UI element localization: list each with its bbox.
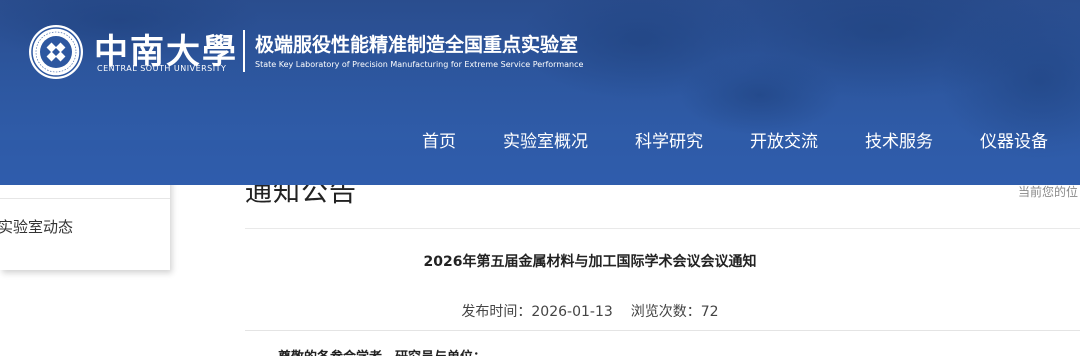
site-header: 中南大學 CENTRAL SOUTH UNIVERSITY 极端服役性能精准制造… <box>0 0 1080 185</box>
nav-item-home[interactable]: 首页 <box>422 127 456 152</box>
breadcrumb: 当前您的位 <box>1018 185 1079 199</box>
nav-item-research[interactable]: 科学研究 <box>635 127 703 152</box>
lab-name-en: State Key Laboratory of Precision Manufa… <box>255 60 584 69</box>
nav-item-tech-services[interactable]: 技术服务 <box>865 127 933 152</box>
article-meta: 发布时间：2026-01-13 浏览次数：72 <box>245 301 935 321</box>
university-name-en: CENTRAL SOUTH UNIVERSITY <box>97 64 227 73</box>
nav-item-exchange[interactable]: 开放交流 <box>750 127 818 152</box>
sidebar-item-label: 实验室动态 <box>0 218 74 236</box>
header-separator <box>243 30 245 72</box>
sidebar-item-lab-news[interactable]: 实验室动态 <box>0 198 170 254</box>
publish-time-label: 发布时间： <box>461 304 532 320</box>
article-body-text: 尊敬的各参会学者、研究员与单位： <box>278 346 486 356</box>
divider <box>245 330 1080 331</box>
nav-item-equipment[interactable]: 仪器设备 <box>980 127 1048 152</box>
nav-item-lab-overview[interactable]: 实验室概况 <box>503 127 588 152</box>
main-nav: 首页 实验室概况 科学研究 开放交流 技术服务 仪器设备 <box>0 127 1080 155</box>
divider <box>245 228 1080 229</box>
view-count-label: 浏览次数： <box>630 304 701 320</box>
lab-name: 极端服役性能精准制造全国重点实验室 <box>255 34 579 56</box>
university-emblem-icon <box>29 25 83 79</box>
view-count: 72 <box>700 304 719 320</box>
publish-date: 2026-01-13 <box>531 304 613 320</box>
article-title: 2026年第五届金属材料与加工国际学术会议会议通知 <box>423 254 757 270</box>
